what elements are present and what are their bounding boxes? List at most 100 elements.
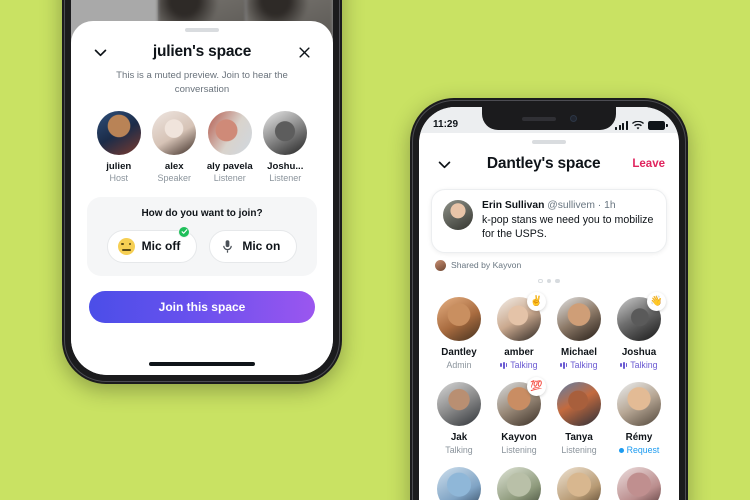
close-icon[interactable] xyxy=(293,41,315,63)
avatar xyxy=(152,110,197,155)
avatar-wrap xyxy=(557,297,601,342)
participant-item[interactable]: Dantley Admin xyxy=(429,297,489,370)
tweet-author-handle: @sullivem xyxy=(547,200,595,211)
device-notch xyxy=(482,107,616,130)
avatar-wrap: 👋 xyxy=(617,292,666,342)
talking-wave-icon xyxy=(500,361,508,369)
avatar-wrap xyxy=(617,382,661,427)
participant-status-label: Talking xyxy=(630,360,658,371)
avatar xyxy=(557,297,601,342)
tweet-author-name: Erin Sullivan xyxy=(482,200,545,211)
front-camera-icon xyxy=(569,115,577,122)
participant-name: Dantley xyxy=(441,347,477,359)
participant-name: Joshua xyxy=(621,347,657,359)
participant-item[interactable] xyxy=(609,467,669,500)
participant-item[interactable] xyxy=(549,467,609,500)
participant-status: Listening xyxy=(501,445,537,456)
avatar-wrap xyxy=(437,467,481,500)
battery-icon xyxy=(648,121,668,130)
screenshot-root: julien's space This is a muted preview. … xyxy=(0,0,750,500)
participant-status: Talking xyxy=(489,360,549,370)
avatar xyxy=(96,110,141,155)
chevron-down-icon[interactable] xyxy=(89,41,111,63)
tweet-separator: · xyxy=(597,200,602,211)
participant-name: alex xyxy=(164,160,184,172)
participant-status: Listening xyxy=(561,445,597,456)
participant-status-label: Talking xyxy=(510,360,538,371)
space-room-body: Dantley's space Leave Erin Sullivan @sul… xyxy=(419,140,679,500)
space-preview-sheet: julien's space This is a muted preview. … xyxy=(71,21,333,375)
space-title: julien's space xyxy=(152,43,252,60)
participant-status: Request xyxy=(609,445,669,455)
page-dot[interactable] xyxy=(538,278,543,284)
participant-role: Host xyxy=(109,172,128,183)
page-dot[interactable] xyxy=(555,278,560,284)
avatar xyxy=(437,297,481,342)
avatar-wrap: ✌️ xyxy=(497,292,546,342)
participant-item[interactable]: julien Host xyxy=(91,110,147,183)
sharer-avatar xyxy=(435,259,446,271)
participant-item[interactable]: Michael Talking xyxy=(549,297,609,370)
right-phone-screen: 11:29 Dantley's space Leave Erin Sulliva… xyxy=(419,107,679,500)
participant-item[interactable]: 👋 Joshua Talking xyxy=(609,292,669,370)
mic-off-option[interactable]: Mic off xyxy=(106,225,198,263)
tweet-meta: Erin Sullivan @sullivem · 1h xyxy=(482,200,655,211)
participant-item[interactable]: Rémy Request xyxy=(609,382,669,455)
participant-item[interactable]: alex Speaker xyxy=(147,110,203,183)
avatar-wrap xyxy=(437,297,481,342)
request-dot-icon xyxy=(618,447,624,453)
mic-on-label: Mic on xyxy=(242,239,281,254)
shared-by-row: Shared by Kayvon xyxy=(435,259,679,271)
participant-item[interactable]: 💯 Kayvon Listening xyxy=(489,377,549,456)
avatar xyxy=(207,110,252,155)
participant-name: Jak xyxy=(450,432,468,444)
room-header: Dantley's space Leave xyxy=(419,144,679,177)
participant-item[interactable] xyxy=(429,467,489,500)
participant-item[interactable]: Joshu... Listener xyxy=(258,110,314,183)
avatar xyxy=(557,382,601,427)
avatar-wrap: 💯 xyxy=(497,377,546,427)
participant-name: Joshu... xyxy=(267,160,304,172)
participant-status-label: Talking xyxy=(570,360,598,371)
avatar-wrap xyxy=(557,467,601,500)
participant-name: amber xyxy=(504,347,534,359)
participant-item[interactable]: Jak Talking xyxy=(429,382,489,455)
cellular-bars-icon xyxy=(615,121,628,130)
speaker-grille xyxy=(521,116,556,121)
space-title: Dantley's space xyxy=(486,155,601,172)
avatar xyxy=(617,382,661,427)
sheet-header: julien's space xyxy=(85,32,319,65)
participant-name: aly pavela xyxy=(206,160,253,172)
participant-status-label: Request xyxy=(626,445,660,456)
chevron-down-icon[interactable] xyxy=(433,153,455,175)
avatar-wrap xyxy=(497,467,541,500)
shared-by-label: Shared by Kayvon xyxy=(451,260,522,271)
status-time: 11:29 xyxy=(433,119,459,130)
mic-options-row: Mic off Mic on xyxy=(97,225,307,263)
mic-on-option[interactable]: Mic on xyxy=(209,229,298,263)
reaction-emoji: 💯 xyxy=(527,377,546,397)
participant-item[interactable]: Tanya Listening xyxy=(549,382,609,455)
participant-name: Kayvon xyxy=(501,432,537,444)
shared-tweet-card[interactable]: Erin Sullivan @sullivem · 1h k-pop stans… xyxy=(431,189,667,253)
talking-wave-icon xyxy=(560,361,568,369)
participants-grid: Dantley Admin ✌️ amber Talking Michael T… xyxy=(419,283,679,500)
join-this-space-button[interactable]: Join this space xyxy=(89,290,315,323)
avatar xyxy=(497,467,541,500)
participant-preview-row: julien Host alex Speaker aly pavela List… xyxy=(85,97,319,183)
avatar-wrap xyxy=(437,382,481,427)
participant-item[interactable] xyxy=(489,467,549,500)
participant-role: Listener xyxy=(269,172,302,183)
participant-item[interactable]: ✌️ amber Talking xyxy=(489,292,549,370)
status-indicators xyxy=(615,121,668,130)
participant-status: Talking xyxy=(549,360,609,370)
leave-button[interactable]: Leave xyxy=(632,158,665,170)
participant-item[interactable]: aly pavela Listener xyxy=(202,110,258,183)
participant-status: Admin xyxy=(446,360,472,371)
selected-check-icon xyxy=(178,225,191,238)
participant-status: Talking xyxy=(609,360,669,370)
participant-name: Rémy xyxy=(625,432,653,444)
avatar xyxy=(617,467,661,500)
participant-role: Listener xyxy=(213,172,246,183)
avatar xyxy=(263,110,308,155)
